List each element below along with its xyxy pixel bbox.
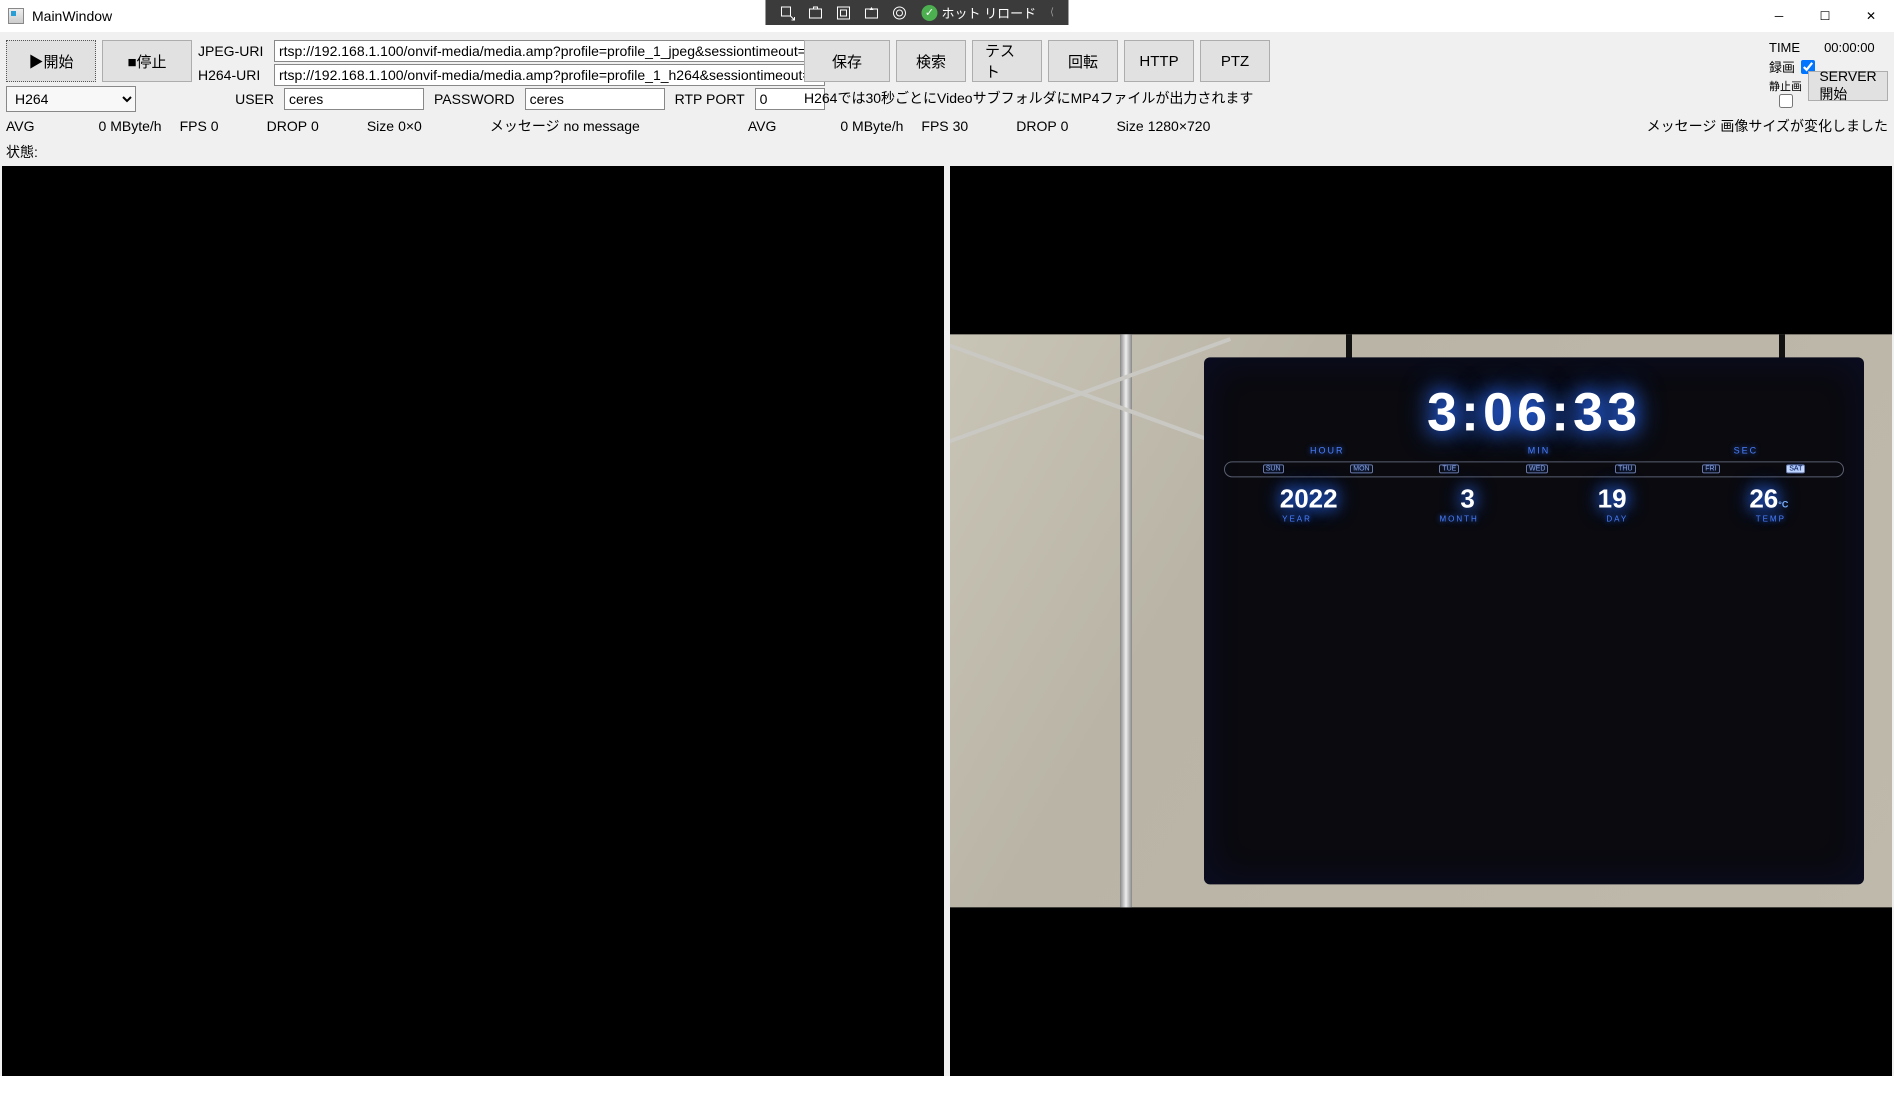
vs-debug-toolbar: ✓ ホット リロード ⟨ [765,0,1068,25]
app-icon [8,8,24,24]
save-button[interactable]: 保存 [804,40,890,82]
size-value: 0×0 [398,118,422,134]
h264-uri-label: H264-URI [198,67,274,83]
check-icon: ✓ [921,5,937,21]
drop-label-r: DROP [1016,118,1056,134]
rotate-button[interactable]: 回転 [1048,40,1118,82]
status-row: 状態: [0,140,1894,164]
vs-tool-icon[interactable] [885,2,913,24]
fps-label-r: FPS [921,118,948,134]
still-checkbox[interactable] [1779,94,1793,108]
ptz-button[interactable]: PTZ [1200,40,1270,82]
window-title: MainWindow [32,8,112,24]
http-button[interactable]: HTTP [1124,40,1194,82]
avg-label-r: AVG [748,118,777,134]
search-button[interactable]: 検索 [896,40,966,82]
test-button[interactable]: テスト [972,40,1042,82]
still-label: 静止画 [1769,78,1802,94]
stats-row: AVG 0 MByte/h FPS 0 DROP 0 Size 0×0 メッセー… [0,112,1894,140]
msg-value: no message [564,118,640,134]
password-label: PASSWORD [434,91,515,107]
avg-value: 0 MByte/h [99,118,162,134]
drop-label: DROP [267,118,307,134]
status-label: 状態: [6,144,38,160]
video-pane-right: 3:06:33 HOUR MIN SEC SUN MON TUE WED THU… [950,166,1892,1076]
chevron-down-icon[interactable]: ⟨ [1044,7,1060,18]
fps-value: 0 [211,118,219,134]
size-value-r: 1280×720 [1148,118,1211,134]
hot-reload-label: ホット リロード [941,3,1036,22]
time-label: TIME [1769,40,1800,55]
jpeg-uri-input[interactable] [274,40,825,62]
close-button[interactable]: ✕ [1848,0,1894,32]
drop-value: 0 [311,118,319,134]
minimize-button[interactable]: ─ [1756,0,1802,32]
avg-value-r: 0 MByte/h [840,118,903,134]
vs-tool-icon[interactable] [857,2,885,24]
clock-time: 3:06:33 [1218,381,1849,443]
video-pane-left [2,166,944,1076]
vs-tool-icon[interactable] [801,2,829,24]
size-label-r: Size [1116,118,1143,134]
avg-label: AVG [6,118,35,134]
rec-label: 録画 [1769,57,1795,76]
msg-label-r: メッセージ [1647,116,1717,136]
msg-value-r: 画像サイズが変化しました [1720,116,1888,136]
jpeg-uri-label: JPEG-URI [198,43,274,59]
user-input[interactable] [284,88,424,110]
hot-reload-button[interactable]: ✓ ホット リロード [913,3,1044,22]
fps-label: FPS [180,118,207,134]
user-label: USER [234,91,274,107]
stop-button[interactable]: ■停止 [102,40,192,82]
h264-uri-input[interactable] [274,64,825,86]
vs-tool-icon[interactable] [829,2,857,24]
start-button[interactable]: ▶開始 [6,40,96,82]
codec-select[interactable]: H264 [6,86,136,112]
fps-value-r: 30 [953,118,969,134]
size-label: Size [367,118,394,134]
vs-tool-icon[interactable] [773,2,801,24]
server-start-button[interactable]: SERVER開始 [1808,71,1888,101]
note-label: H264では30秒ごとにVideoサブフォルダにMP4ファイルが出力されます [804,88,1757,108]
msg-label: メッセージ [490,116,560,136]
maximize-button[interactable]: ☐ [1802,0,1848,32]
rtp-port-label: RTP PORT [675,91,745,107]
camera-frame: 3:06:33 HOUR MIN SEC SUN MON TUE WED THU… [950,334,1892,907]
drop-value-r: 0 [1061,118,1069,134]
time-value: 00:00:00 [1824,40,1875,55]
client-area: ▶開始 ■停止 H264 JPEG-URI H264-URI USER PASS… [0,32,1894,1076]
password-input[interactable] [525,88,665,110]
